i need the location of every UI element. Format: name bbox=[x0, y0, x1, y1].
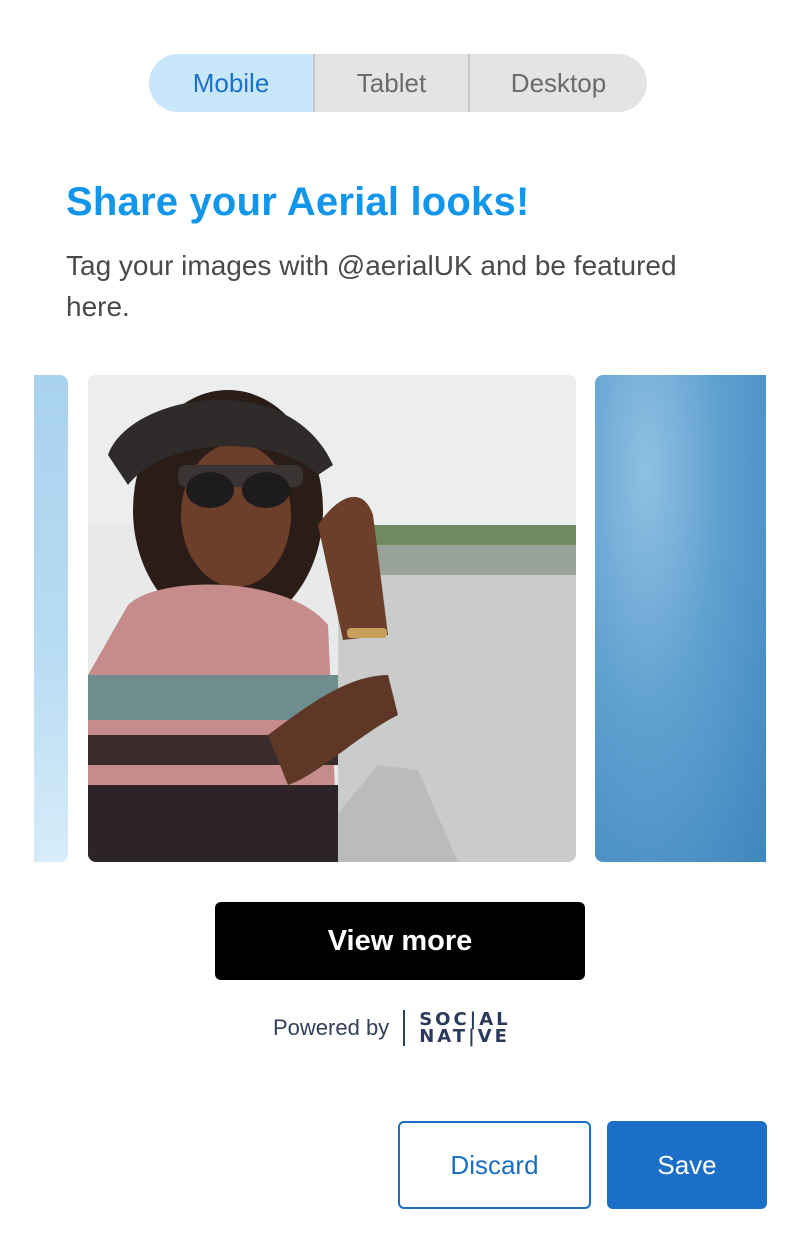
brand-line-2: NAT|VE bbox=[419, 1026, 510, 1047]
device-tab-tablet[interactable]: Tablet bbox=[313, 54, 468, 112]
divider bbox=[403, 1010, 406, 1046]
device-toggle: Mobile Tablet Desktop bbox=[149, 54, 647, 112]
save-button[interactable]: Save bbox=[607, 1121, 767, 1209]
widget-subtitle: Tag your images with @aerialUK and be fe… bbox=[66, 250, 677, 322]
social-native-logo[interactable]: SOC|AL NAT|VE bbox=[419, 1011, 510, 1047]
carousel-image-next[interactable] bbox=[595, 375, 766, 862]
powered-by: Powered by SOC|AL NAT|VE bbox=[273, 1008, 511, 1048]
powered-by-label: Powered by bbox=[273, 1015, 390, 1040]
woman-photo bbox=[88, 375, 576, 862]
widget-title: Share your Aerial looks! bbox=[66, 180, 530, 224]
carousel-image-previous[interactable] bbox=[34, 375, 68, 862]
discard-button[interactable]: Discard bbox=[398, 1121, 591, 1209]
carousel-image-current[interactable] bbox=[88, 375, 576, 862]
view-more-button[interactable]: View more bbox=[215, 902, 585, 980]
image-carousel bbox=[34, 375, 766, 862]
device-tab-mobile[interactable]: Mobile bbox=[149, 54, 313, 112]
device-tab-desktop[interactable]: Desktop bbox=[468, 54, 647, 112]
